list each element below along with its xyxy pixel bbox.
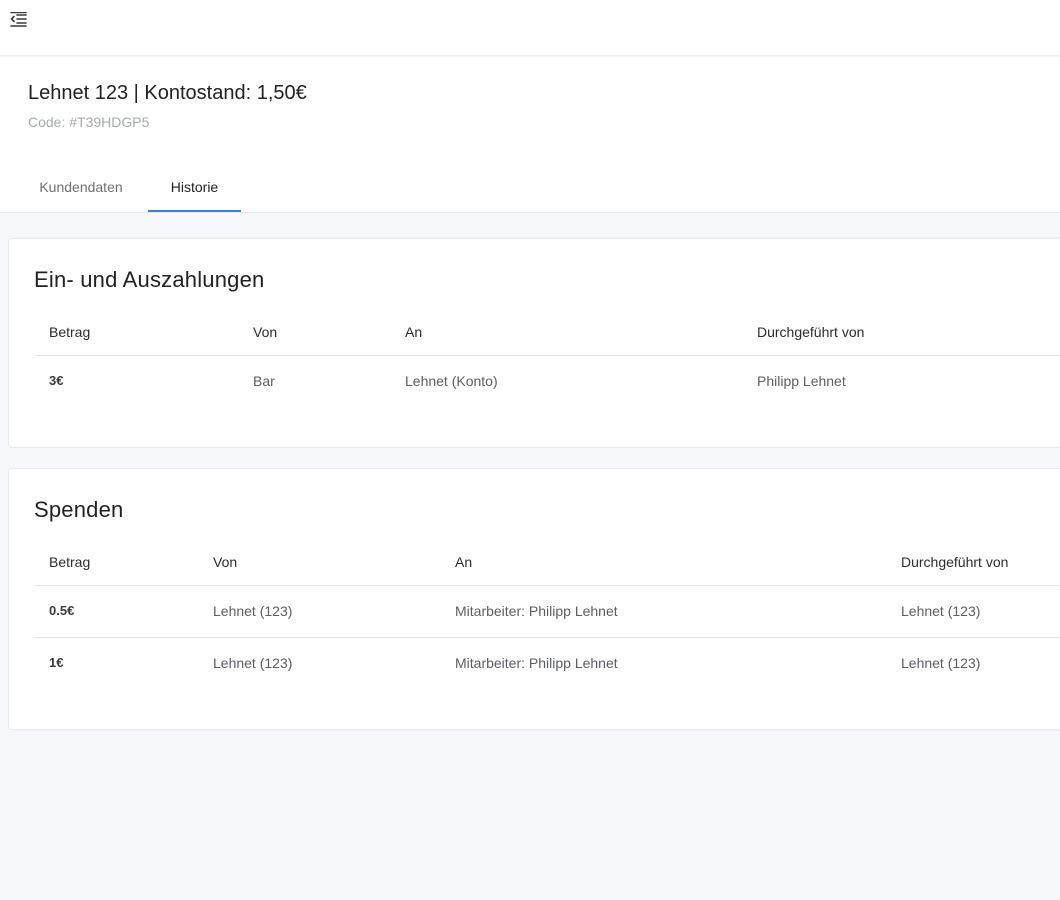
cell-von: Bar: [253, 373, 275, 389]
payments-title: Ein- und Auszahlungen: [34, 267, 265, 292]
menu-collapse-icon[interactable]: [10, 12, 27, 28]
page-title: Lehnet 123 | Kontostand: 1,50€: [28, 82, 307, 104]
column-header-betrag: Betrag: [49, 554, 91, 570]
payments-table: Betrag Von An Durchgeführt von 3€ Bar Le…: [34, 309, 1060, 408]
tab-historie[interactable]: Historie: [148, 163, 241, 212]
column-header-an: An: [405, 324, 423, 340]
cell-betrag: 0.5€: [49, 603, 75, 618]
cell-durchgefuehrt-von: Lehnet (123): [901, 603, 981, 619]
column-header-durchgefuehrt-von: Durchgeführt von: [901, 554, 1009, 570]
donations-title: Spenden: [34, 497, 124, 522]
cell-von: Lehnet (123): [213, 603, 293, 619]
customer-code: Code: #T39HDGP5: [28, 114, 150, 130]
payments-card: Ein- und Auszahlungen Betrag Von An Durc…: [8, 238, 1060, 448]
column-header-betrag: Betrag: [49, 324, 91, 340]
column-header-von: Von: [253, 324, 278, 340]
tab-kundendaten[interactable]: Kundendaten: [14, 163, 148, 212]
column-header-an: An: [455, 554, 473, 570]
table-row: 0.5€ Lehnet (123) Mitarbeiter: Philipp L…: [34, 586, 1060, 638]
cell-an: Lehnet (Konto): [405, 373, 498, 389]
table-row: 3€ Bar Lehnet (Konto) Philipp Lehnet: [34, 356, 1060, 408]
cell-betrag: 1€: [49, 655, 64, 670]
donations-table: Betrag Von An Durchgeführt von 0.5€ Lehn…: [34, 539, 1060, 690]
cell-durchgefuehrt-von: Philipp Lehnet: [757, 373, 846, 389]
cell-an: Mitarbeiter: Philipp Lehnet: [455, 603, 618, 619]
page-header: Lehnet 123 | Kontostand: 1,50€ Code: #T3…: [0, 57, 1060, 213]
top-bar: [0, 0, 1060, 56]
column-header-durchgefuehrt-von: Durchgeführt von: [757, 324, 865, 340]
table-header: Betrag Von An Durchgeführt von: [34, 309, 1060, 356]
table-row: 1€ Lehnet (123) Mitarbeiter: Philipp Leh…: [34, 638, 1060, 690]
column-header-von: Von: [213, 554, 238, 570]
donations-card: Spenden Betrag Von An Durchgeführt von 0…: [8, 468, 1060, 730]
table-header: Betrag Von An Durchgeführt von: [34, 539, 1060, 586]
cell-von: Lehnet (123): [213, 655, 293, 671]
cell-durchgefuehrt-von: Lehnet (123): [901, 655, 981, 671]
cell-an: Mitarbeiter: Philipp Lehnet: [455, 655, 618, 671]
cell-betrag: 3€: [49, 373, 64, 388]
